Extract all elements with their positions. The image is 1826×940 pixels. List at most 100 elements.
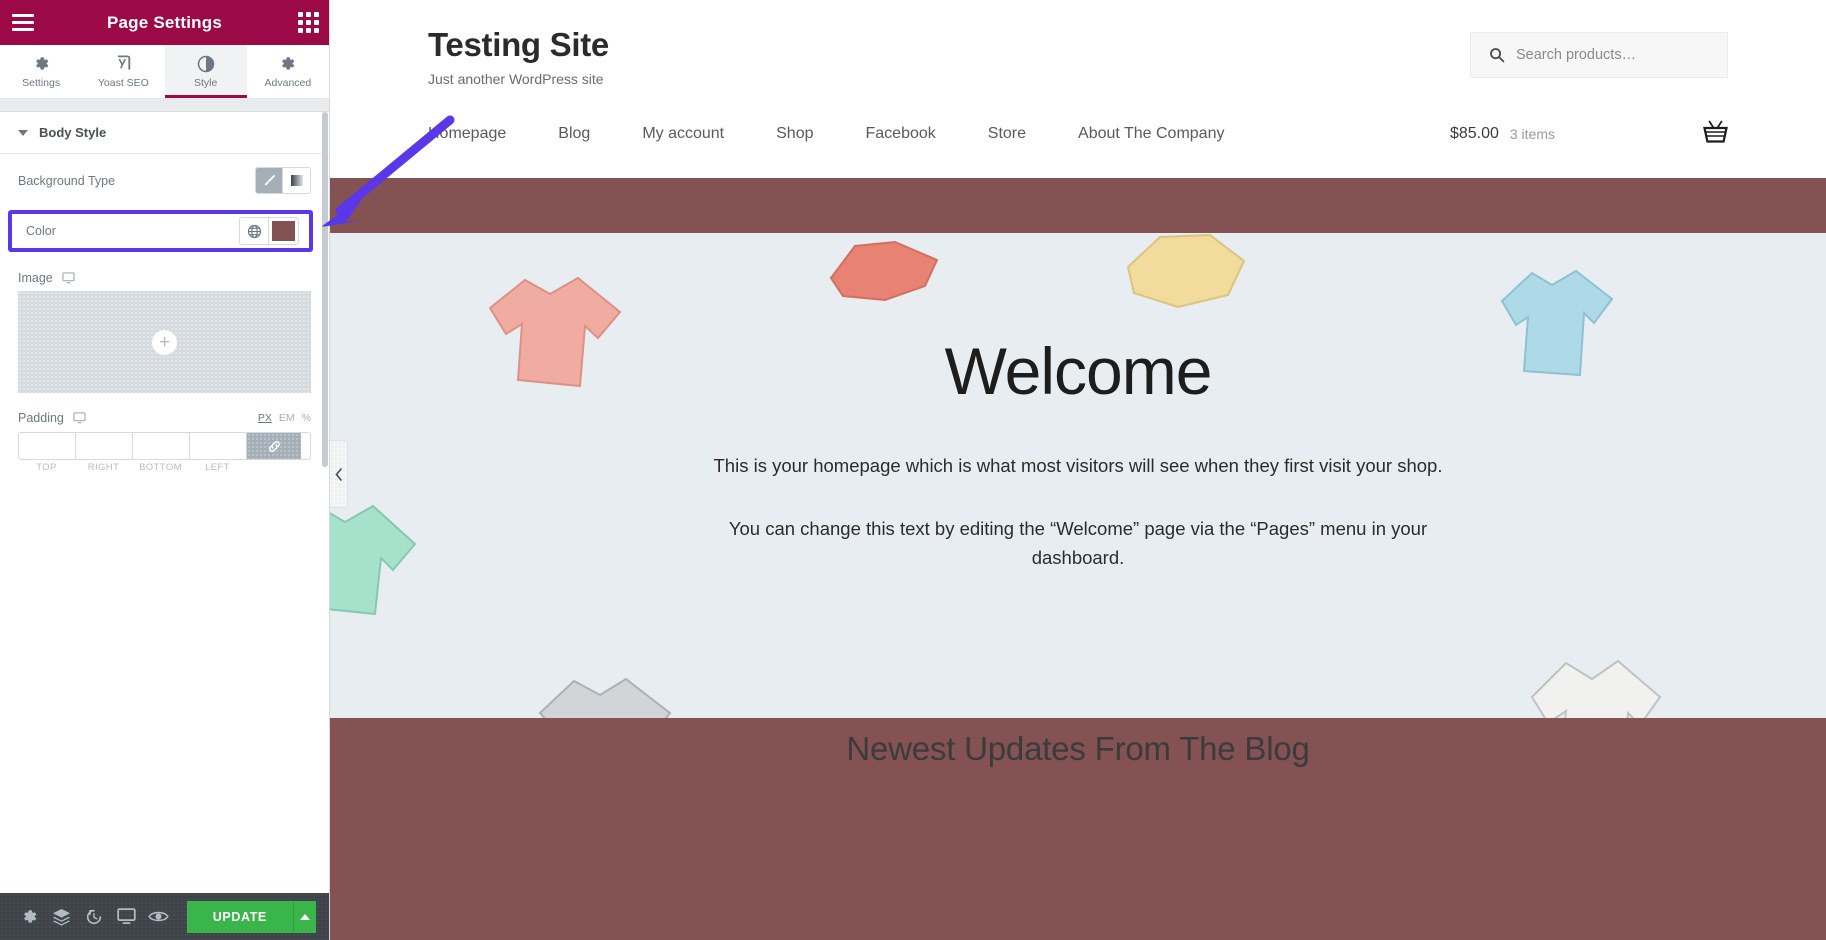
site-header: Testing Site Just another WordPress site… [330,0,1826,178]
section-body-style[interactable]: Body Style [0,112,329,154]
blog-section-band: Newest Updates From The Blog [330,717,1826,833]
padding-sublabels: TOP RIGHT BOTTOM LEFT [18,462,311,473]
preview-eye-icon[interactable] [142,893,174,940]
nav-item-blog[interactable]: Blog [532,125,616,143]
hero-paragraph-1: This is your homepage which is what most… [713,454,1443,476]
tab-style[interactable]: Style [164,45,248,98]
nav-item-my-account[interactable]: My account [616,125,750,143]
primary-navigation: Homepage Blog My account Shop Facebook S… [428,87,1728,178]
caret-down-icon [18,129,28,136]
update-button[interactable]: UPDATE [186,900,293,933]
panel-tabs: Settings Yoast SEO Style Advanced [0,45,329,99]
color-control-group [239,217,299,245]
desktop-icon[interactable] [62,272,75,284]
panel-subbar [0,99,329,112]
padding-bottom-input[interactable] [133,433,190,459]
gear-icon [279,54,296,73]
responsive-mode-icon[interactable] [110,893,142,940]
shirt-sketch-blue [1500,269,1614,377]
paint-brush-icon [264,174,275,186]
hamburger-icon[interactable] [10,6,36,39]
shirt-sketch-mint [330,504,417,616]
desktop-icon[interactable] [73,412,86,424]
padding-right-sublabel: RIGHT [87,462,120,473]
panel-collapse-handle[interactable] [330,440,348,508]
nav-item-facebook[interactable]: Facebook [840,125,962,143]
shirt-sketch-salmon [488,276,622,388]
control-background-type: Background Type [0,154,329,207]
image-dropzone[interactable]: + [18,291,311,393]
plus-icon: + [152,329,177,355]
chevron-left-icon [334,467,342,481]
color-label: Color [26,224,56,238]
nav-item-about-the-company[interactable]: About The Company [1052,125,1250,143]
color-swatch[interactable] [269,218,298,244]
update-options-caret[interactable] [292,900,316,933]
control-padding-header: Padding PX EM % [0,393,329,432]
padding-right-input[interactable] [76,433,133,459]
hero-section: Welcome This is your homepage which is w… [330,232,1826,833]
link-chain-icon[interactable] [247,433,301,459]
hero-paragraph-2: You can change this text by editing the … [728,517,1428,568]
padding-unit-px[interactable]: PX [258,412,272,424]
history-clock-icon[interactable] [78,893,110,940]
panel-scrollbar[interactable] [322,112,328,467]
padding-top-sublabel: TOP [36,462,57,473]
padding-label: Padding [18,411,64,425]
nav-item-shop[interactable]: Shop [750,125,839,143]
tab-settings-label: Settings [22,77,61,89]
nav-links: Homepage Blog My account Shop Facebook S… [428,125,1250,143]
gear-icon [33,54,50,73]
screen-root: Testing Site Just another WordPress site… [0,0,1826,940]
background-type-label: Background Type [18,173,116,188]
navigator-layers-icon[interactable] [45,893,77,940]
tab-style-label: Style [193,77,218,89]
padding-unit-percent[interactable]: % [302,412,311,424]
tab-yoast-seo-label: Yoast SEO [97,77,149,89]
cart-total: $85.00 [1449,124,1499,142]
padding-unit-em[interactable]: EM [279,412,295,424]
image-label: Image [18,271,53,285]
background-type-gradient-button[interactable] [283,168,310,193]
body-background-band-top [330,177,1826,233]
cart-summary: $85.00 3 items [1450,120,1728,148]
search-icon [1490,48,1505,63]
blog-section-title: Newest Updates From The Blog [846,729,1310,767]
control-color[interactable]: Color [8,210,313,252]
padding-left-input[interactable] [190,433,247,459]
panel-footer: UPDATE [0,893,329,940]
caret-up-icon [299,913,310,920]
editor-preview-canvas: Testing Site Just another WordPress site… [330,0,1826,940]
padding-label-group: Padding [18,411,86,425]
background-type-classic-button[interactable] [256,168,283,193]
background-type-toggle [255,167,311,194]
search-placeholder: Search products… [1516,47,1637,63]
cart-item-count: 3 items [1509,125,1555,142]
panel-title: Page Settings [106,12,223,32]
widgets-grid-icon[interactable] [298,12,319,33]
tab-advanced[interactable]: Advanced [247,45,329,98]
yoast-logo-icon [114,54,133,73]
tab-settings[interactable]: Settings [0,45,82,98]
control-image-label-row: Image [0,263,329,291]
tab-yoast-seo[interactable]: Yoast SEO [82,45,164,98]
hero-content: Welcome This is your homepage which is w… [693,233,1463,573]
padding-bottom-sublabel: BOTTOM [139,462,182,473]
tab-advanced-label: Advanced [264,77,312,89]
padding-input-group [18,432,311,460]
section-body-style-label: Body Style [39,125,107,140]
elementor-panel: Page Settings Settings Yoast SEO Style A… [0,0,330,940]
globe-icon[interactable] [240,218,269,244]
gradient-bar-icon [290,175,303,186]
panel-header: Page Settings [0,0,329,45]
nav-item-homepage[interactable]: Homepage [428,125,532,143]
padding-top-input[interactable] [19,433,76,459]
nav-item-store[interactable]: Store [962,125,1052,143]
settings-gear-icon[interactable] [13,893,45,940]
hero-heading: Welcome [944,333,1213,408]
product-search-box[interactable]: Search products… [1470,32,1728,78]
shopping-basket-icon[interactable] [1703,120,1728,148]
padding-left-sublabel: LEFT [205,462,230,473]
panel-body: Body Style Background Type Color Image +… [0,112,329,893]
contrast-circle-icon [197,54,215,73]
